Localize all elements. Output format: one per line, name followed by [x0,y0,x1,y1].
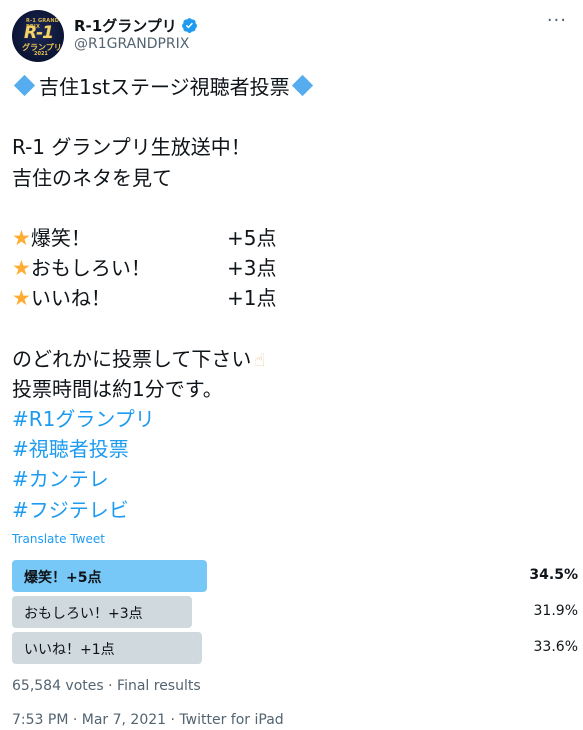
tweet-header: R-1 GRAND PRIX R-1 グランプリ 2021 R-1グランプリ @… [12,10,571,62]
hashtag-link[interactable]: #視聴者投票 [12,434,572,464]
star-icon: ★ [12,256,31,281]
tweet-text: 吉住1stステージ視聴者投票 R-1 グランプリ生放送中！ 吉住のネタを見て ★… [12,72,572,525]
poll-option: 爆笑！+5点 34.5% [12,560,578,592]
tweet-line-2: 吉住のネタを見て [12,165,172,190]
poll-option: おもしろい！+3点 31.9% [12,596,578,628]
pointing-hand-icon: ☝ [254,349,266,371]
poll-option-percent: 31.9% [533,603,578,619]
tweet-line-4: 投票時間は約1分です。 [12,376,223,401]
avatar[interactable]: R-1 GRAND PRIX R-1 グランプリ 2021 [12,10,64,62]
hashtag-link[interactable]: #カンテレ [12,464,572,494]
score-row: ★いいね！ +1点 [12,283,572,313]
avatar-logo-year: 2021 [34,51,48,57]
poll-option-label: いいね！+1点 [24,642,115,658]
star-icon: ★ [12,225,31,250]
poll-option-label: 爆笑！+5点 [24,570,102,586]
poll-option-percent: 33.6% [533,639,578,655]
name-row: R-1グランプリ [74,15,198,36]
poll-option-percent: 34.5% [529,567,578,583]
tweet-title-line: 吉住1stステージ視聴者投票 [12,72,572,102]
more-icon[interactable]: ··· [547,10,567,31]
avatar-logo-main: R-1 [24,23,54,43]
user-handle[interactable]: @R1GRANDPRIX [74,36,189,52]
verified-badge-icon [181,17,198,34]
star-icon: ★ [12,286,31,311]
tweet-line-3-text: のどれかに投票して下さい [12,346,252,371]
hashtag-link[interactable]: #フジテレビ [12,495,572,525]
tweet-line-3: のどれかに投票して下さい ☝ [12,344,572,374]
hashtag-link[interactable]: #R1グランプリ [12,404,572,434]
blue-diamond-icon [13,74,36,97]
poll: 爆笑！+5点 34.5% おもしろい！+3点 31.9% いいね！+1点 33.… [12,560,578,668]
score-label: 爆笑！ [30,225,91,250]
display-name[interactable]: R-1グランプリ [74,15,177,36]
score-row: ★おもしろい！ +3点 [12,253,572,283]
tweet-timestamp[interactable]: 7:53 PM · Mar 7, 2021 · Twitter for iPad [12,712,284,728]
blue-diamond-icon [291,74,313,97]
tweet-title: 吉住1stステージ視聴者投票 [39,75,290,99]
score-label: いいね！ [30,286,111,311]
score-row: ★爆笑！ +5点 [12,223,572,253]
poll-option-label: おもしろい！+3点 [24,606,143,622]
score-label: おもしろい！ [30,256,151,281]
translate-tweet-link[interactable]: Translate Tweet [12,532,105,546]
poll-option: いいね！+1点 33.6% [12,632,578,664]
score-points: +1点 [227,286,277,311]
tweet-line-1: R-1 グランプリ生放送中！ [12,135,251,160]
score-points: +5点 [227,225,277,250]
poll-summary: 65,584 votes · Final results [12,678,201,694]
score-points: +3点 [227,256,277,281]
